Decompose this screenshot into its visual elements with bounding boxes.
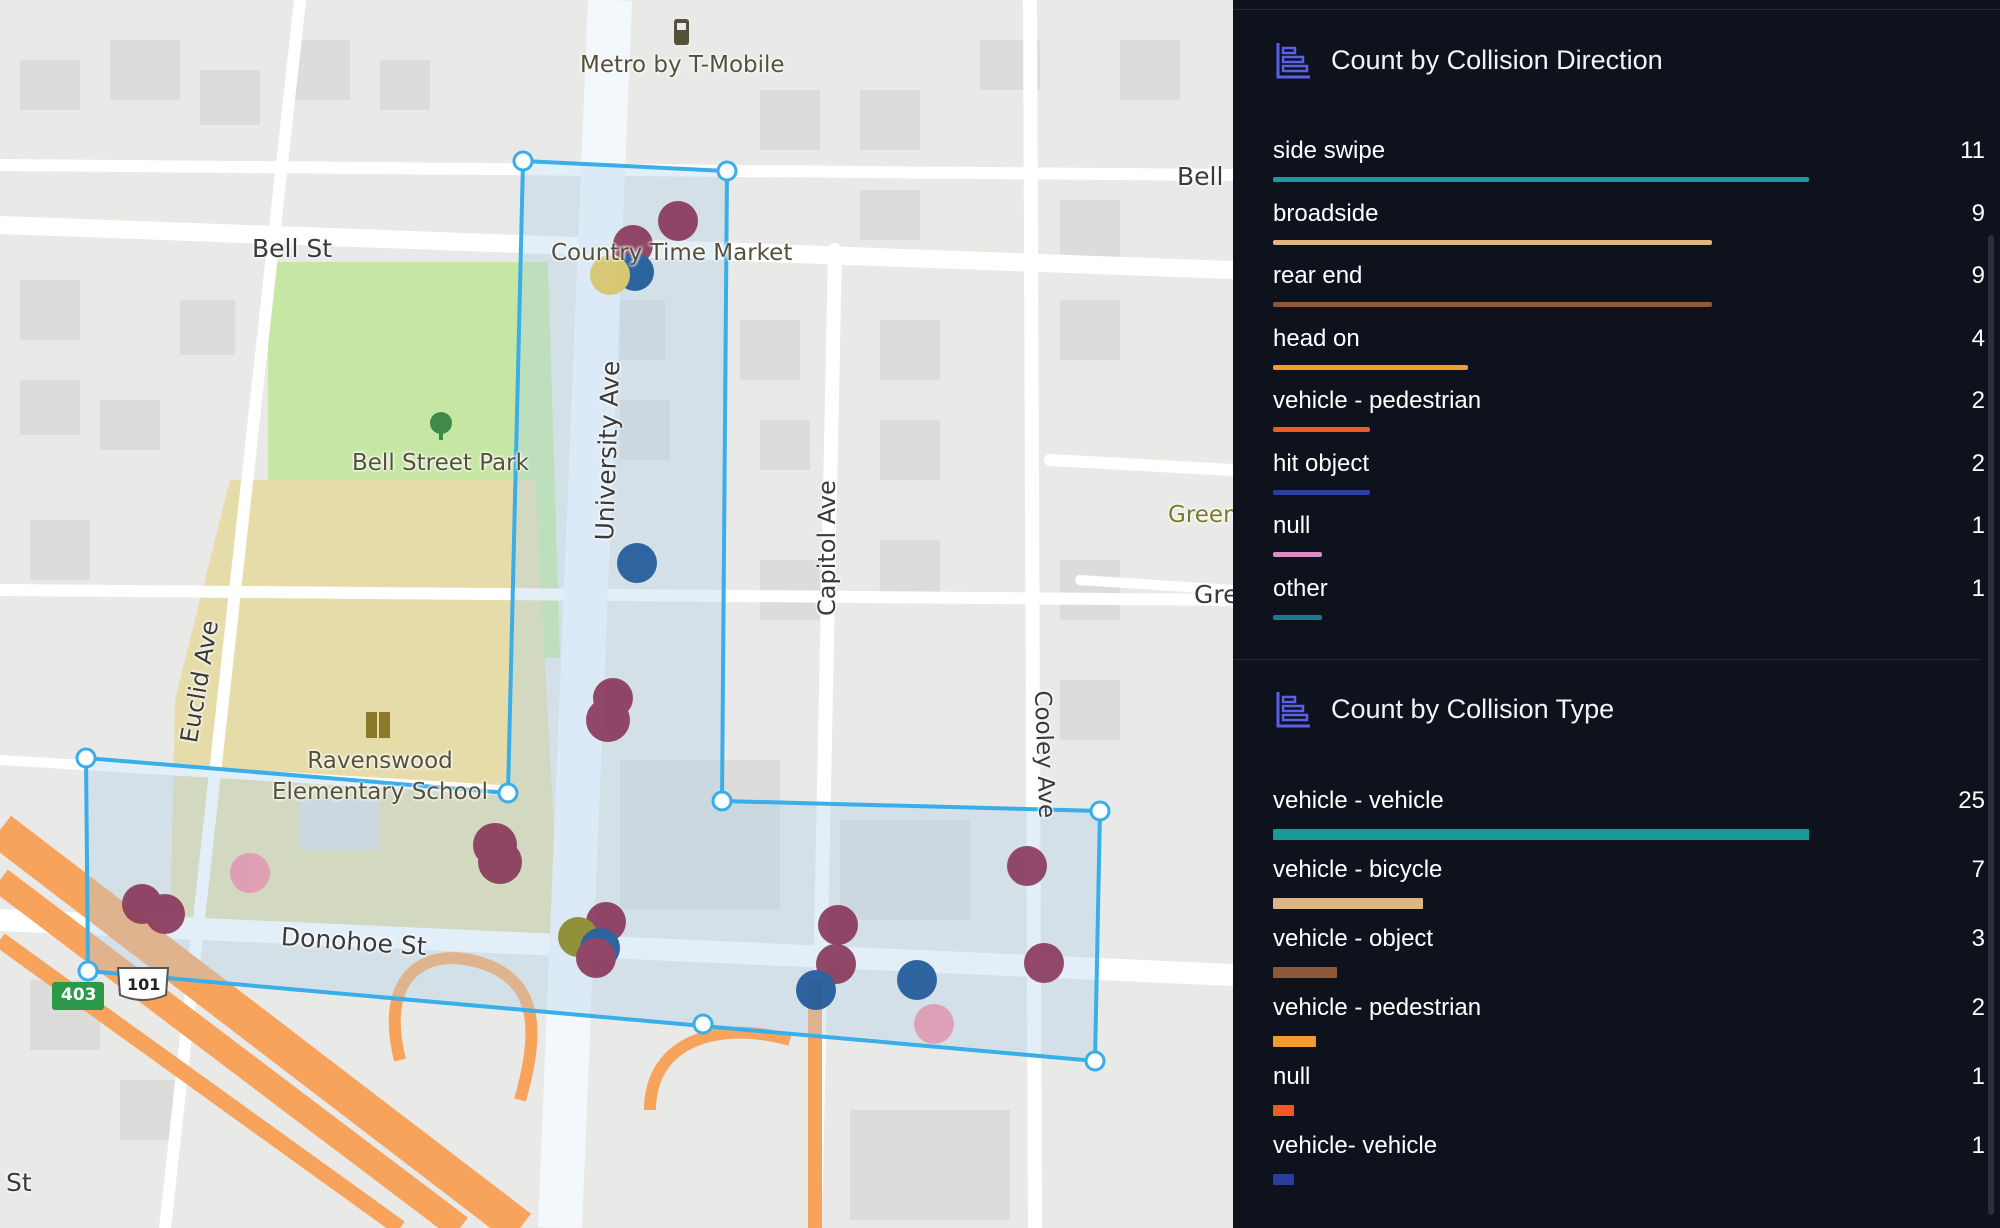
type-bar — [1273, 1174, 1294, 1185]
route-101-label: 101 — [127, 975, 161, 994]
type-value: 1 — [1971, 1132, 1985, 1159]
label-gre: Gre — [1194, 580, 1233, 609]
label-capitol-ave: Capitol Ave — [813, 480, 841, 616]
direction-row[interactable]: null 1 — [1273, 512, 1985, 564]
direction-row[interactable]: other 1 — [1273, 575, 1985, 627]
type-row[interactable]: vehicle- vehicle 1 — [1273, 1132, 1985, 1186]
direction-bar — [1273, 489, 1370, 495]
direction-label: other — [1273, 574, 1328, 602]
direction-label: hit object — [1273, 449, 1370, 477]
route-403-label: 403 — [61, 985, 97, 1005]
type-title-text: Count by Collision Type — [1331, 693, 1615, 724]
direction-row[interactable]: head on 4 — [1273, 325, 1985, 377]
direction-title-text: Count by Collision Direction — [1331, 44, 1663, 75]
school-icon — [366, 712, 390, 738]
direction-row[interactable]: hit object 2 — [1273, 450, 1985, 502]
type-bar — [1273, 1105, 1294, 1116]
direction-bar — [1273, 177, 1809, 182]
direction-bar — [1273, 239, 1712, 245]
type-row[interactable]: vehicle - pedestrian 2 — [1273, 994, 1985, 1048]
direction-bar — [1273, 427, 1370, 432]
label-cooley-ave: Cooley Ave — [1029, 690, 1060, 819]
section-divider — [1233, 659, 1980, 660]
direction-section-title: Count by Collision Direction — [1273, 40, 1663, 80]
direction-value: 9 — [1971, 199, 1985, 227]
type-value: 7 — [1971, 856, 1985, 883]
bar-chart-icon — [1276, 692, 1310, 728]
direction-value: 2 — [1971, 449, 1985, 477]
direction-value: 4 — [1971, 324, 1985, 352]
direction-bar — [1273, 302, 1712, 307]
stats-panel: Count by Collision Direction side swipe 1… — [1233, 0, 2000, 1228]
direction-bar — [1273, 614, 1322, 620]
type-row[interactable]: vehicle - bicycle 7 — [1273, 856, 1985, 910]
label-st-left: St — [6, 1168, 32, 1197]
type-bar — [1273, 967, 1337, 978]
type-bar — [1273, 898, 1423, 909]
direction-row[interactable]: vehicle - pedestrian 2 — [1273, 387, 1985, 439]
direction-label: side swipe — [1273, 137, 1386, 164]
direction-row[interactable]: side swipe 11 — [1273, 137, 1985, 189]
label-bell-st: Bell St — [252, 234, 333, 263]
direction-value: 9 — [1971, 262, 1985, 289]
direction-label: null — [1273, 512, 1311, 539]
direction-bar — [1273, 552, 1322, 557]
type-section-title: Count by Collision Type — [1273, 689, 1614, 729]
type-bar — [1273, 1036, 1316, 1047]
type-row[interactable]: vehicle - vehicle 25 — [1273, 787, 1985, 841]
type-bar — [1273, 829, 1809, 840]
direction-row[interactable]: broadside 9 — [1273, 200, 1985, 252]
label-green: Green — [1168, 502, 1233, 528]
phone-icon — [674, 19, 689, 45]
direction-label: vehicle - pedestrian — [1273, 387, 1482, 414]
label-ravenswood-school: Ravenswood Elementary School — [272, 748, 489, 805]
direction-row[interactable]: rear end 9 — [1273, 262, 1985, 314]
label-bell-street-park: Bell Street Park — [352, 450, 529, 476]
type-label: vehicle - bicycle — [1273, 856, 1443, 883]
type-label: vehicle - vehicle — [1273, 787, 1444, 814]
type-label: null — [1273, 1063, 1311, 1090]
type-value: 25 — [1958, 787, 1985, 814]
direction-value: 1 — [1971, 574, 1985, 602]
direction-value: 2 — [1971, 387, 1985, 414]
type-value: 2 — [1971, 994, 1985, 1021]
label-country-time-market: Country Time Market — [551, 240, 793, 266]
direction-label: rear end — [1273, 262, 1363, 289]
direction-value: 11 — [1960, 137, 1985, 164]
type-label: vehicle - pedestrian — [1273, 994, 1482, 1021]
type-label: vehicle- vehicle — [1273, 1132, 1438, 1159]
label-bell-east: Bell — [1177, 162, 1224, 191]
direction-label: head on — [1273, 324, 1360, 352]
type-row[interactable]: vehicle - object 3 — [1273, 925, 1985, 979]
type-value: 3 — [1971, 925, 1985, 952]
type-row[interactable]: null 1 — [1273, 1063, 1985, 1117]
direction-label: broadside — [1273, 199, 1379, 227]
type-value: 1 — [1971, 1063, 1985, 1090]
direction-bar — [1273, 364, 1468, 370]
panel-top-divider — [1233, 9, 2000, 10]
map-canvas[interactable] — [0, 0, 1233, 1228]
bar-chart-icon — [1276, 43, 1310, 79]
panel-scrollbar[interactable] — [1988, 235, 1994, 1215]
direction-value: 1 — [1971, 512, 1985, 539]
type-label: vehicle - object — [1273, 925, 1434, 952]
map-view[interactable]: Metro by T-Mobile Bell St Bell Country T… — [0, 0, 1233, 1228]
label-metro: Metro by T-Mobile — [580, 52, 785, 78]
